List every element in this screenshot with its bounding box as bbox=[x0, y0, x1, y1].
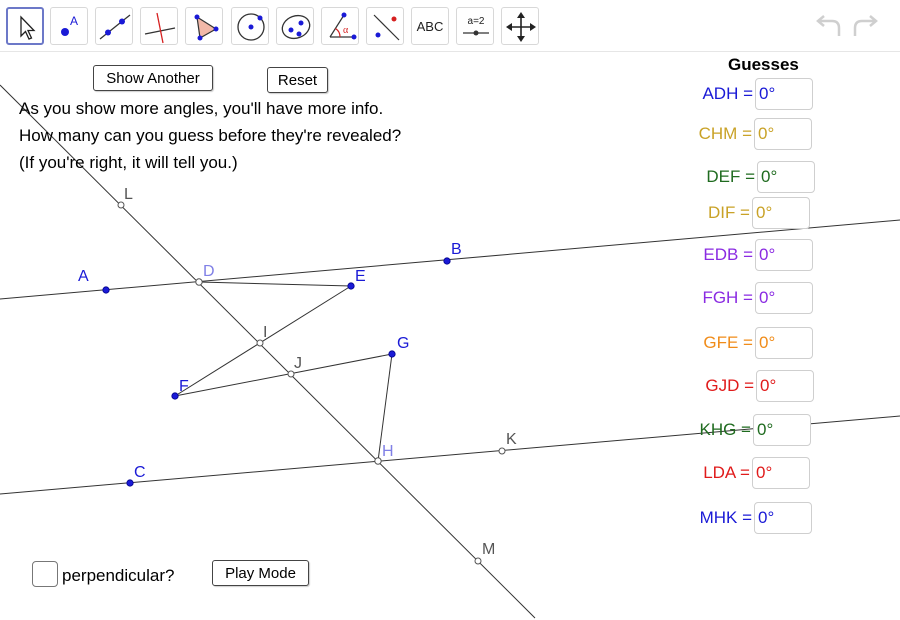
toolbar: A α ABC a=2 bbox=[0, 0, 900, 52]
guess-input[interactable]: 0° bbox=[755, 327, 813, 359]
label-l: L bbox=[124, 186, 133, 203]
guess-input[interactable]: 0° bbox=[755, 282, 813, 314]
label-b: B bbox=[451, 241, 462, 258]
guess-input[interactable]: 0° bbox=[753, 414, 811, 446]
guess-label: GFE = bbox=[703, 333, 753, 352]
label-k: K bbox=[506, 431, 517, 448]
point-a[interactable] bbox=[102, 286, 110, 294]
point-icon: A bbox=[61, 14, 78, 36]
line-icon bbox=[99, 14, 131, 40]
segment-fg[interactable] bbox=[174, 353, 393, 397]
reflect-about-line-icon bbox=[373, 14, 400, 41]
guess-label: MHK = bbox=[699, 508, 752, 527]
reset-button[interactable]: Reset bbox=[267, 67, 328, 93]
point-tool-button[interactable]: A bbox=[50, 7, 88, 45]
label-e: E bbox=[355, 268, 366, 285]
line-tool-button[interactable] bbox=[95, 7, 133, 45]
point-f[interactable] bbox=[171, 392, 179, 400]
label-f: F bbox=[179, 378, 189, 395]
guess-label: DIF = bbox=[707, 203, 750, 222]
point-k[interactable] bbox=[498, 447, 506, 455]
move-graphics-view-tool-button[interactable] bbox=[501, 7, 539, 45]
label-a: A bbox=[78, 268, 89, 285]
text-tool-button[interactable]: ABC bbox=[411, 7, 449, 45]
label-i: I bbox=[263, 324, 267, 341]
perpendicular-line-icon bbox=[144, 12, 176, 44]
guess-label: CHM = bbox=[698, 124, 752, 143]
label-m: M bbox=[482, 541, 495, 558]
reflect-tool-button[interactable] bbox=[366, 7, 404, 45]
point-g[interactable] bbox=[388, 350, 396, 358]
slider-tool-button[interactable]: a=2 bbox=[456, 7, 494, 45]
point-d[interactable] bbox=[195, 278, 203, 286]
conic-tool-button[interactable] bbox=[276, 7, 314, 45]
svg-text:A: A bbox=[70, 14, 78, 28]
label-d: D bbox=[203, 263, 215, 280]
label-h: H bbox=[382, 443, 394, 460]
slider-icon: a=2 bbox=[463, 16, 489, 36]
guess-input[interactable]: 0° bbox=[757, 161, 815, 193]
guess-input[interactable]: 0° bbox=[756, 370, 814, 402]
circle-icon bbox=[237, 13, 265, 41]
guesses-title: Guesses bbox=[728, 55, 799, 74]
ellipse-icon bbox=[281, 14, 311, 40]
redo-icon[interactable] bbox=[850, 14, 882, 40]
show-another-button[interactable]: Show Another bbox=[93, 65, 213, 91]
perpendicular-label: perpendicular? bbox=[62, 566, 175, 585]
move-tool-button[interactable] bbox=[6, 7, 44, 45]
point-e[interactable] bbox=[347, 282, 355, 290]
guess-input[interactable]: 0° bbox=[754, 502, 812, 534]
angle-tool-button[interactable]: α bbox=[321, 7, 359, 45]
guess-input[interactable]: 0° bbox=[754, 118, 812, 150]
play-mode-button[interactable]: Play Mode bbox=[212, 560, 309, 586]
guess-input[interactable]: 0° bbox=[752, 197, 810, 229]
label-c: C bbox=[134, 464, 146, 481]
label-g: G bbox=[397, 335, 409, 352]
perpendicular-checkbox[interactable] bbox=[32, 561, 58, 587]
point-m[interactable] bbox=[474, 557, 482, 565]
segment-ef[interactable] bbox=[174, 285, 352, 397]
segment-de[interactable] bbox=[198, 281, 352, 287]
polygon-icon bbox=[194, 14, 219, 41]
cursor-arrow-icon bbox=[20, 15, 36, 40]
guess-label: DEF = bbox=[706, 167, 755, 186]
guess-label: GJD = bbox=[705, 376, 754, 395]
circle-tool-button[interactable] bbox=[231, 7, 269, 45]
angle-icon: α bbox=[329, 12, 357, 40]
point-h[interactable] bbox=[374, 457, 382, 465]
svg-text:a=2: a=2 bbox=[468, 16, 485, 27]
text-tool-label: ABC bbox=[416, 18, 444, 34]
label-j: J bbox=[294, 355, 302, 372]
point-b[interactable] bbox=[443, 257, 451, 265]
svg-text:α: α bbox=[343, 25, 349, 36]
guess-label: EDB = bbox=[703, 245, 753, 264]
guess-input[interactable]: 0° bbox=[755, 239, 813, 271]
point-c[interactable] bbox=[126, 479, 134, 487]
guess-label: LDA = bbox=[703, 463, 750, 482]
guess-label: ADH = bbox=[702, 84, 753, 103]
instruction-line-3: (If you're right, it will tell you.) bbox=[19, 153, 238, 172]
guess-label: KHG = bbox=[699, 420, 752, 439]
undo-icon[interactable] bbox=[812, 14, 844, 40]
polygon-tool-button[interactable] bbox=[185, 7, 223, 45]
instruction-line-2: How many can you guess before they're re… bbox=[19, 126, 402, 145]
guess-label: FGH = bbox=[702, 288, 753, 307]
instruction-line-1: As you show more angles, you'll have mor… bbox=[19, 99, 384, 118]
move-arrows-icon bbox=[506, 12, 536, 42]
perpendicular-line-tool-button[interactable] bbox=[140, 7, 178, 45]
guess-input[interactable]: 0° bbox=[752, 457, 810, 489]
guess-input[interactable]: 0° bbox=[755, 78, 813, 110]
